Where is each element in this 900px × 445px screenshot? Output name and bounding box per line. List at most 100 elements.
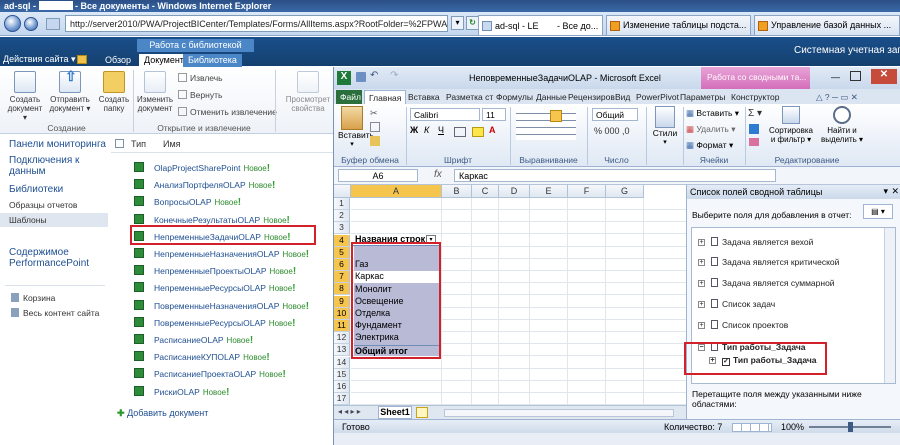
list-item[interactable]: OlapProjectSharePoint Новое!	[134, 162, 270, 174]
dropdown-icon[interactable]: ▾	[451, 16, 464, 30]
font-name-select[interactable]: Calibri	[410, 108, 480, 121]
name-box[interactable]: A6	[338, 169, 418, 182]
delete-cells-button[interactable]: ▦ Удалить ▾	[686, 124, 736, 135]
worksheet-grid[interactable]: A B C D E F G 1 2 3 4 5 6 7 8 9 10 11 12 13 14 15 16 17 Названия…	[334, 185, 686, 417]
document-name-link[interactable]: ПовременныеНазначенияOLAP	[154, 301, 279, 311]
pivot-field[interactable]: + Список задач	[698, 299, 775, 309]
row-header[interactable]: 2	[334, 210, 350, 223]
number-format-buttons[interactable]: % 000 ,0	[594, 126, 630, 136]
column-type[interactable]: Тип	[131, 139, 146, 149]
document-name-link[interactable]: АнализПортфеляOLAP	[154, 180, 246, 190]
column-header[interactable]: C	[472, 185, 499, 198]
view-properties-button[interactable]: Просмотрет свойства	[283, 71, 333, 113]
list-item[interactable]: НепременныеПроектыOLAP Новое!	[134, 265, 296, 277]
new-sheet-icon[interactable]	[416, 407, 428, 418]
select-all-checkbox[interactable]	[115, 139, 124, 148]
sheet-nav-icons[interactable]: ◂ ◂ ▸ ▸	[338, 407, 361, 416]
maximize-button[interactable]	[850, 71, 861, 81]
ql-recycle-bin[interactable]: Корзина	[11, 293, 55, 304]
discard-checkout-button[interactable]: Отменить извлечение	[178, 107, 277, 117]
ie-tab-2[interactable]: Изменение таблицы подста...	[606, 15, 751, 35]
tab-browse[interactable]: Обзор	[100, 54, 136, 67]
tab-library[interactable]: Библиотека	[183, 54, 242, 67]
back-icon[interactable]	[4, 15, 21, 32]
column-header[interactable]: F	[568, 185, 606, 198]
horizontal-scrollbar[interactable]	[444, 409, 674, 417]
font-size-select[interactable]: 11	[482, 108, 506, 121]
sort-filter-button[interactable]: Сортировка и фильтр ▾	[766, 106, 816, 144]
minimize-button[interactable]: —	[831, 72, 840, 82]
wrap-text-icon[interactable]	[550, 110, 562, 122]
ql-libraries[interactable]: Библиотеки	[9, 184, 63, 195]
layout-options-icon[interactable]: ▤ ▾	[863, 204, 893, 219]
ql-report-samples[interactable]: Образцы отчетов	[9, 200, 77, 211]
redo-icon[interactable]: ↷	[390, 70, 398, 81]
expand-icon[interactable]: +	[698, 301, 705, 308]
excel-tab[interactable]: Разметка ст	[442, 90, 497, 104]
column-header[interactable]: E	[530, 185, 568, 198]
row-header[interactable]: 5	[334, 246, 350, 259]
excel-tab[interactable]: Конструктор	[727, 90, 783, 104]
styles-button[interactable]: Стили ▾	[650, 106, 680, 146]
edit-document-button[interactable]: Изменить документ	[136, 71, 174, 113]
zoom-level[interactable]: 100%	[781, 422, 804, 432]
row-header[interactable]: 9	[334, 295, 350, 308]
document-name-link[interactable]: РискиOLAP	[154, 387, 200, 397]
folder-icon[interactable]	[77, 55, 87, 64]
row-header[interactable]: 7	[334, 271, 350, 284]
list-item[interactable]: РасписаниеOLAP Новое!	[134, 334, 253, 346]
document-name-link[interactable]: НепременныеПроектыOLAP	[154, 266, 267, 276]
row-header[interactable]: 1	[334, 198, 350, 210]
pivot-field[interactable]: + Список проектов	[698, 320, 788, 330]
row-header[interactable]: 6	[334, 259, 350, 271]
find-select-button[interactable]: Найти и выделить ▾	[818, 106, 866, 144]
document-name-link[interactable]: ВопросыOLAP	[154, 197, 212, 207]
sheet-tab-sheet1[interactable]: Sheet1	[378, 406, 412, 419]
new-document-button[interactable]: Создать документ ▾	[6, 71, 44, 122]
row-header[interactable]: 17	[334, 393, 350, 406]
number-format-select[interactable]: Общий	[592, 108, 638, 121]
row-header[interactable]: 16	[334, 381, 350, 393]
pivot-field[interactable]: + Задача является вехой	[698, 237, 813, 247]
user-menu[interactable]: Системная учетная запи	[794, 45, 900, 56]
list-item[interactable]: РискиOLAP Новое!	[134, 385, 229, 398]
row-header[interactable]: 8	[334, 283, 350, 296]
document-name-link[interactable]: ПовременныеРесурсыOLAP	[154, 318, 266, 328]
close-icon[interactable]: ✕	[891, 186, 899, 197]
format-cells-button[interactable]: ▦ Формат ▾	[686, 140, 733, 151]
row-header[interactable]: 13	[334, 344, 350, 357]
format-painter-icon[interactable]	[370, 136, 380, 146]
select-all-corner[interactable]	[334, 185, 351, 198]
list-item[interactable]: НепременныеРесурсыOLAP Новое!	[134, 282, 296, 294]
excel-tab[interactable]: Параметры	[676, 90, 729, 104]
view-buttons[interactable]	[732, 423, 772, 432]
excel-tab[interactable]: Главная	[364, 90, 407, 104]
help-icons[interactable]: △ ? ─ ▭ ✕	[812, 90, 862, 104]
column-name[interactable]: Имя	[163, 139, 181, 149]
row-header[interactable]: 14	[334, 356, 350, 369]
pivot-field[interactable]: + Задача является суммарной	[698, 278, 835, 288]
document-name-link[interactable]: НепременныеРесурсыOLAP	[154, 283, 266, 293]
new-folder-button[interactable]: Создать папку	[96, 71, 132, 113]
column-header[interactable]: G	[606, 185, 644, 198]
ql-dashboards[interactable]: Панели мониторинга	[9, 139, 106, 150]
vertical-scrollbar[interactable]	[884, 228, 895, 383]
list-item[interactable]: НепременныеНазначенияOLAP Новое!	[134, 248, 309, 260]
ie-tab-1[interactable]: ad-sql - LE - Все до...	[478, 15, 603, 35]
insert-cells-button[interactable]: ▦ Вставить ▾	[686, 108, 739, 119]
row-header[interactable]: 12	[334, 332, 350, 345]
fill-icon[interactable]	[749, 124, 759, 134]
column-header[interactable]: B	[442, 185, 472, 198]
list-item[interactable]: РасписаниеПроектаOLAP Новое!	[134, 368, 286, 380]
list-item[interactable]: РасписаниеКУПOLAP Новое!	[134, 351, 270, 363]
document-name-link[interactable]: РасписаниеOLAP	[154, 335, 224, 345]
clear-icon[interactable]	[749, 138, 759, 146]
alignment-icons[interactable]	[516, 110, 576, 140]
expand-icon[interactable]: +	[698, 322, 705, 329]
excel-tab[interactable]: Файл	[336, 90, 362, 104]
pivot-field[interactable]: + Задача является критической	[698, 257, 839, 267]
fill-color-icon[interactable]	[472, 127, 484, 137]
column-header[interactable]: D	[499, 185, 530, 198]
excel-tab[interactable]: Формулы	[492, 90, 537, 104]
document-name-link[interactable]: РасписаниеКУПOLAP	[154, 352, 240, 362]
